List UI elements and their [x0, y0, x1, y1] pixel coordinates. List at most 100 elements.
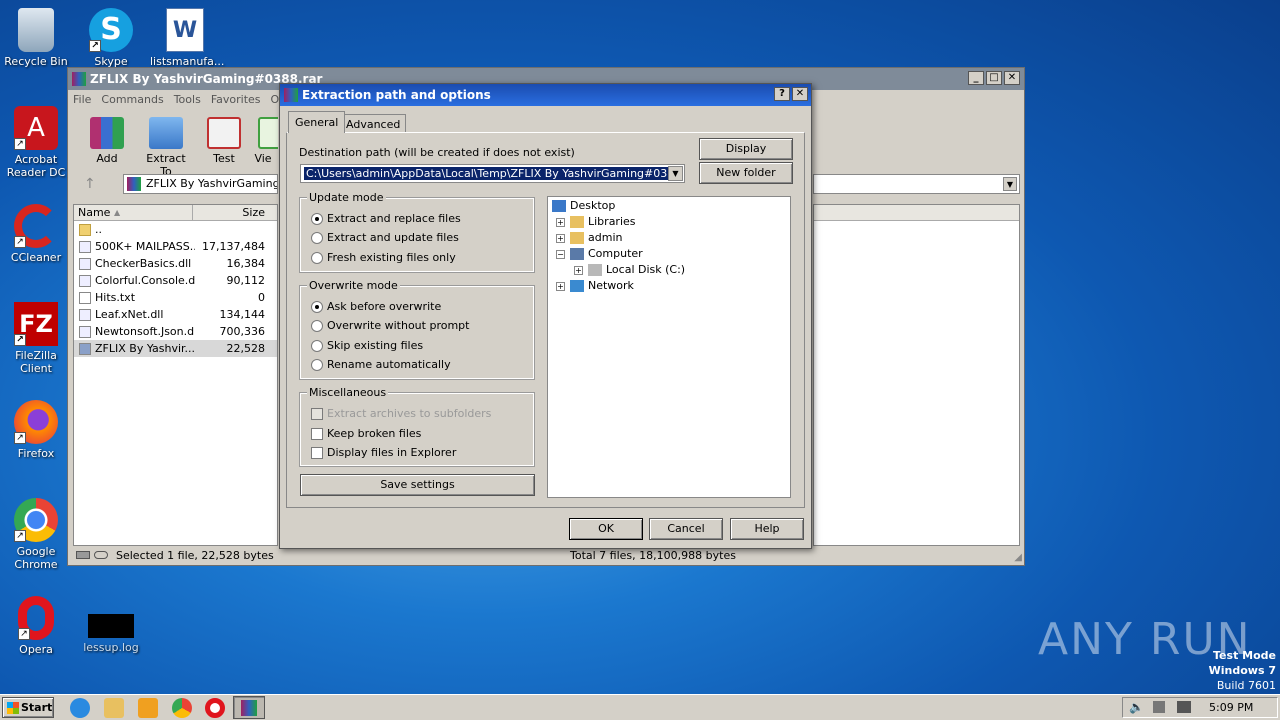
- expand-icon[interactable]: +: [574, 266, 583, 275]
- ok-button[interactable]: OK: [569, 518, 643, 540]
- toolbar-view-button[interactable]: Vie: [248, 117, 278, 165]
- expand-icon[interactable]: +: [556, 218, 565, 227]
- display-button[interactable]: Display: [699, 138, 793, 160]
- chrome-icon[interactable]: [172, 698, 192, 718]
- tree-node-desktop[interactable]: Desktop: [552, 198, 615, 214]
- clock[interactable]: 5:09 PM: [1209, 701, 1253, 714]
- desktop-icon-filezilla[interactable]: FZ ↗ FileZilla Client: [1, 302, 71, 375]
- media-player-icon[interactable]: [138, 698, 158, 718]
- overwrite-mode-title: Overwrite mode: [307, 279, 400, 292]
- file-size: 90,112: [226, 274, 266, 287]
- new-folder-button[interactable]: New folder: [699, 162, 793, 184]
- tab-general[interactable]: General: [288, 111, 346, 133]
- minimize-button[interactable]: _: [968, 71, 984, 85]
- desktop-icon-recycle-bin[interactable]: Recycle Bin: [1, 8, 71, 68]
- toolbar-extract-button[interactable]: Extract To: [140, 117, 192, 178]
- file-name: Newtonsoft.Json.dll: [95, 325, 195, 338]
- taskbar-winrar-button[interactable]: [233, 696, 265, 719]
- help-button[interactable]: Help: [730, 518, 804, 540]
- up-arrow-icon[interactable]: ↑: [84, 176, 96, 192]
- ie-icon[interactable]: [70, 698, 90, 718]
- menu-file[interactable]: File: [68, 90, 96, 109]
- destination-path-combo[interactable]: C:\Users\admin\AppData\Local\Temp\ZFLIX …: [300, 164, 685, 183]
- opera-icon[interactable]: [205, 698, 225, 718]
- system-tray: 🔈 5:09 PM: [1122, 697, 1278, 718]
- column-size[interactable]: Size: [242, 205, 265, 221]
- file-row-selected[interactable]: ZFLIX By Yashvir... 22,528: [74, 340, 277, 357]
- filezilla-icon: FZ ↗: [14, 302, 58, 346]
- network-tray-icon[interactable]: [1177, 701, 1191, 713]
- extraction-dialog: Extraction path and options ? ✕ General …: [279, 83, 812, 549]
- file-name: CheckerBasics.dll: [95, 257, 192, 270]
- radio-button: [311, 320, 323, 332]
- option-label: Overwrite without prompt: [327, 319, 470, 332]
- menu-tools[interactable]: Tools: [169, 90, 206, 109]
- address-bar[interactable]: ZFLIX By YashvirGaming#03: [123, 174, 278, 194]
- tree-label: Computer: [588, 247, 643, 260]
- tree-node-computer[interactable]: Computer: [570, 246, 643, 262]
- menu-favorites[interactable]: Favorites: [206, 90, 266, 109]
- close-title-button[interactable]: ✕: [792, 87, 808, 101]
- file-row[interactable]: Colorful.Console.dll 90,112: [74, 272, 277, 289]
- destination-path-value[interactable]: C:\Users\admin\AppData\Local\Temp\ZFLIX …: [304, 167, 684, 180]
- recycle-bin-icon: [18, 8, 54, 52]
- tree-node-libraries[interactable]: Libraries: [570, 214, 636, 230]
- file-row-parent[interactable]: ..: [74, 221, 277, 238]
- menu-commands[interactable]: Commands: [96, 90, 168, 109]
- archive-icon: [127, 177, 141, 191]
- desktop-icon-chrome[interactable]: ↗ Google Chrome: [1, 498, 71, 571]
- dialog-app-icon: [284, 88, 298, 102]
- cancel-button[interactable]: Cancel: [649, 518, 723, 540]
- address-text: ZFLIX By YashvirGaming#03: [146, 177, 277, 190]
- volume-icon[interactable]: 🔈: [1129, 700, 1144, 714]
- tree-label: admin: [588, 231, 623, 244]
- destination-label: Destination path (will be created if doe…: [299, 146, 575, 159]
- dropdown-arrow-icon[interactable]: ▼: [668, 166, 683, 181]
- desktop-icon-document[interactable]: W listsmanufa...: [150, 8, 224, 68]
- desktop-icon-firefox[interactable]: ↗ Firefox: [1, 400, 71, 460]
- desktop-icon-opera[interactable]: ↗ Opera: [1, 596, 71, 656]
- radio-button: [311, 232, 323, 244]
- dropdown-arrow-icon[interactable]: ▼: [1003, 177, 1017, 191]
- radio-button: [311, 301, 323, 313]
- tab-advanced[interactable]: Advanced: [340, 114, 407, 132]
- file-name: Leaf.xNet.dll: [95, 308, 164, 321]
- explorer-icon[interactable]: [104, 698, 124, 718]
- dialog-titlebar[interactable]: Extraction path and options ? ✕: [280, 84, 811, 106]
- desktop-icon: [552, 200, 566, 212]
- desktop-icon-acrobat[interactable]: A ↗ Acrobat Reader DC: [1, 106, 71, 179]
- toolbar-test-button[interactable]: Test: [198, 117, 250, 165]
- save-settings-button[interactable]: Save settings: [300, 474, 535, 496]
- desktop-icon-ccleaner[interactable]: ↗ CCleaner: [1, 204, 71, 264]
- sort-arrow-icon: ▲: [114, 208, 121, 217]
- file-row[interactable]: 500K+ MAILPASS... 17,137,484: [74, 238, 277, 255]
- resize-grip-icon[interactable]: ◢: [1014, 549, 1022, 567]
- help-title-button[interactable]: ?: [774, 87, 790, 101]
- tree-node-local-disk[interactable]: Local Disk (C:): [588, 262, 685, 278]
- flag-icon[interactable]: [1153, 701, 1165, 713]
- toolbar-add-button[interactable]: Add: [81, 117, 133, 165]
- taskbar: Start 🔈 5:09 PM: [0, 694, 1280, 720]
- file-row[interactable]: Newtonsoft.Json.dll 700,336: [74, 323, 277, 340]
- file-size: 16,384: [226, 257, 266, 270]
- file-name: Hits.txt: [95, 291, 136, 304]
- tree-node-network[interactable]: Network: [570, 278, 634, 294]
- start-button[interactable]: Start: [2, 697, 54, 718]
- collapse-icon[interactable]: −: [556, 250, 565, 259]
- address-bar-right[interactable]: ▼: [813, 174, 1020, 194]
- file-row[interactable]: Leaf.xNet.dll 134,144: [74, 306, 277, 323]
- folder-tree[interactable]: Desktop + Libraries + admin − Computer +…: [547, 196, 791, 498]
- desktop-icon-skype[interactable]: S ↗ Skype: [76, 8, 146, 68]
- tree-label: Desktop: [570, 199, 616, 212]
- maximize-button[interactable]: □: [986, 71, 1002, 85]
- tree-node-admin[interactable]: admin: [570, 230, 622, 246]
- desktop-icon-lessup-log[interactable]: lessup.log: [76, 614, 146, 654]
- misc-group: Miscellaneous Extract archives to subfol…: [299, 386, 535, 467]
- close-button[interactable]: ✕: [1004, 71, 1020, 85]
- file-row[interactable]: Hits.txt 0: [74, 289, 277, 306]
- expand-icon[interactable]: +: [556, 234, 565, 243]
- column-name[interactable]: Name: [78, 205, 110, 221]
- firefox-icon: ↗: [14, 400, 58, 444]
- file-row[interactable]: CheckerBasics.dll 16,384: [74, 255, 277, 272]
- expand-icon[interactable]: +: [556, 282, 565, 291]
